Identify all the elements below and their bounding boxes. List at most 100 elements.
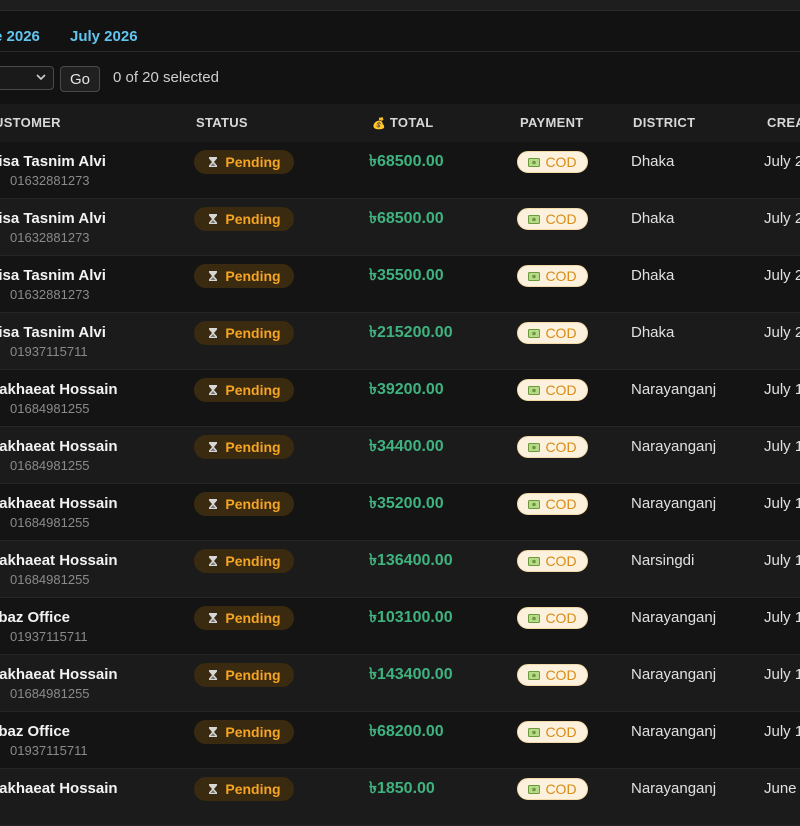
- tab-june-2026[interactable]: e 2026: [0, 28, 40, 46]
- tab-july-2026[interactable]: July 2026: [70, 28, 138, 46]
- table-row[interactable]: aisa Tasnim Alvi 01632881273 Pending ৳35…: [0, 256, 800, 313]
- cash-icon: [528, 443, 541, 452]
- status-badge[interactable]: Pending: [194, 150, 294, 174]
- status-badge[interactable]: Pending: [194, 606, 294, 630]
- action-select[interactable]: [0, 66, 54, 90]
- order-total: ৳34400.00: [369, 438, 444, 455]
- status-badge[interactable]: Pending: [194, 207, 294, 231]
- order-total: ৳68500.00: [369, 210, 444, 227]
- hourglass-icon: [209, 157, 218, 167]
- status-badge[interactable]: Pending: [194, 264, 294, 288]
- column-created[interactable]: CREA: [767, 116, 800, 130]
- table-row[interactable]: hakhaeat Hossain 01684981255 Pending ৳13…: [0, 541, 800, 598]
- created-date: July 1: [764, 609, 800, 626]
- hourglass-icon: [209, 784, 218, 794]
- cash-icon: [528, 671, 541, 680]
- status-badge[interactable]: Pending: [194, 777, 294, 801]
- customer-phone: 01632881273: [10, 230, 90, 245]
- district: Narayanganj: [631, 723, 717, 740]
- order-total: ৳68500.00: [369, 153, 444, 170]
- created-date: July 2: [764, 267, 800, 284]
- customer-name[interactable]: aisa Tasnim Alvi: [0, 210, 106, 228]
- table-row[interactable]: ebaz Office 01937115711 Pending ৳68200.0…: [0, 712, 800, 769]
- column-district[interactable]: DISTRICT: [633, 116, 695, 130]
- table-row[interactable]: hakhaeat Hossain Pending ৳1850.00 COD Na…: [0, 769, 800, 826]
- customer-name[interactable]: hakhaeat Hossain: [0, 438, 118, 456]
- district: Dhaka: [631, 210, 675, 227]
- table-row[interactable]: hakhaeat Hossain 01684981255 Pending ৳39…: [0, 370, 800, 427]
- table-row[interactable]: hakhaeat Hossain 01684981255 Pending ৳35…: [0, 484, 800, 541]
- customer-name[interactable]: ebaz Office: [0, 723, 70, 741]
- order-total: ৳35200.00: [369, 495, 444, 512]
- money-bag-icon: 💰: [372, 118, 386, 130]
- created-date: July 2: [764, 324, 800, 341]
- column-status[interactable]: STATUS: [196, 116, 248, 130]
- customer-name[interactable]: ebaz Office: [0, 609, 70, 627]
- column-customer[interactable]: USTOMER: [0, 116, 61, 130]
- status-badge[interactable]: Pending: [194, 492, 294, 516]
- district: Dhaka: [631, 324, 675, 341]
- payment-badge: COD: [517, 778, 588, 800]
- customer-name[interactable]: aisa Tasnim Alvi: [0, 153, 106, 171]
- hourglass-icon: [209, 670, 218, 680]
- created-date: July 1: [764, 723, 800, 740]
- cash-icon: [528, 785, 541, 794]
- district: Narayanganj: [631, 609, 717, 626]
- status-badge[interactable]: Pending: [194, 321, 294, 345]
- status-badge[interactable]: Pending: [194, 549, 294, 573]
- customer-phone: 01632881273: [10, 173, 90, 188]
- payment-badge: COD: [517, 322, 588, 344]
- district: Dhaka: [631, 267, 675, 284]
- customer-name[interactable]: aisa Tasnim Alvi: [0, 324, 106, 342]
- customer-phone: 01937115711: [10, 743, 88, 758]
- payment-badge: COD: [517, 550, 588, 572]
- status-badge[interactable]: Pending: [194, 663, 294, 687]
- table-row[interactable]: aisa Tasnim Alvi 01937115711 Pending ৳21…: [0, 313, 800, 370]
- created-date: July 2: [764, 210, 800, 227]
- month-tabs: e 2026 July 2026: [0, 10, 800, 52]
- order-total: ৳136400.00: [369, 552, 453, 569]
- payment-badge: COD: [517, 607, 588, 629]
- status-badge[interactable]: Pending: [194, 378, 294, 402]
- status-badge[interactable]: Pending: [194, 720, 294, 744]
- table-row[interactable]: hakhaeat Hossain 01684981255 Pending ৳14…: [0, 655, 800, 712]
- cash-icon: [528, 557, 541, 566]
- payment-badge: COD: [517, 208, 588, 230]
- cash-icon: [528, 158, 541, 167]
- column-total[interactable]: 💰 TOTAL: [372, 116, 434, 131]
- district: Narayanganj: [631, 780, 717, 797]
- hourglass-icon: [209, 727, 218, 737]
- cash-icon: [528, 329, 541, 338]
- customer-name[interactable]: hakhaeat Hossain: [0, 780, 118, 798]
- column-payment[interactable]: PAYMENT: [520, 116, 584, 130]
- created-date: July 2: [764, 153, 800, 170]
- table-row[interactable]: ebaz Office 01937115711 Pending ৳103100.…: [0, 598, 800, 655]
- payment-badge: COD: [517, 379, 588, 401]
- district: Narayanganj: [631, 438, 717, 455]
- customer-phone: 01684981255: [10, 458, 90, 473]
- cash-icon: [528, 386, 541, 395]
- district: Dhaka: [631, 153, 675, 170]
- table-row[interactable]: hakhaeat Hossain 01684981255 Pending ৳34…: [0, 427, 800, 484]
- table-row[interactable]: aisa Tasnim Alvi 01632881273 Pending ৳68…: [0, 199, 800, 256]
- table-header: USTOMER STATUS 💰 TOTAL PAYMENT DISTRICT …: [0, 104, 800, 143]
- payment-badge: COD: [517, 265, 588, 287]
- status-badge[interactable]: Pending: [194, 435, 294, 459]
- cash-icon: [528, 215, 541, 224]
- hourglass-icon: [209, 385, 218, 395]
- customer-name[interactable]: hakhaeat Hossain: [0, 552, 118, 570]
- customer-name[interactable]: aisa Tasnim Alvi: [0, 267, 106, 285]
- payment-badge: COD: [517, 436, 588, 458]
- payment-badge: COD: [517, 721, 588, 743]
- customer-phone: 01937115711: [10, 629, 88, 644]
- customer-name[interactable]: hakhaeat Hossain: [0, 495, 118, 513]
- order-total: ৳35500.00: [369, 267, 444, 284]
- cash-icon: [528, 728, 541, 737]
- district: Narayanganj: [631, 666, 717, 683]
- go-button[interactable]: Go: [60, 66, 100, 92]
- created-date: July 1: [764, 381, 800, 398]
- hourglass-icon: [209, 271, 218, 281]
- customer-name[interactable]: hakhaeat Hossain: [0, 666, 118, 684]
- table-row[interactable]: aisa Tasnim Alvi 01632881273 Pending ৳68…: [0, 142, 800, 199]
- customer-name[interactable]: hakhaeat Hossain: [0, 381, 118, 399]
